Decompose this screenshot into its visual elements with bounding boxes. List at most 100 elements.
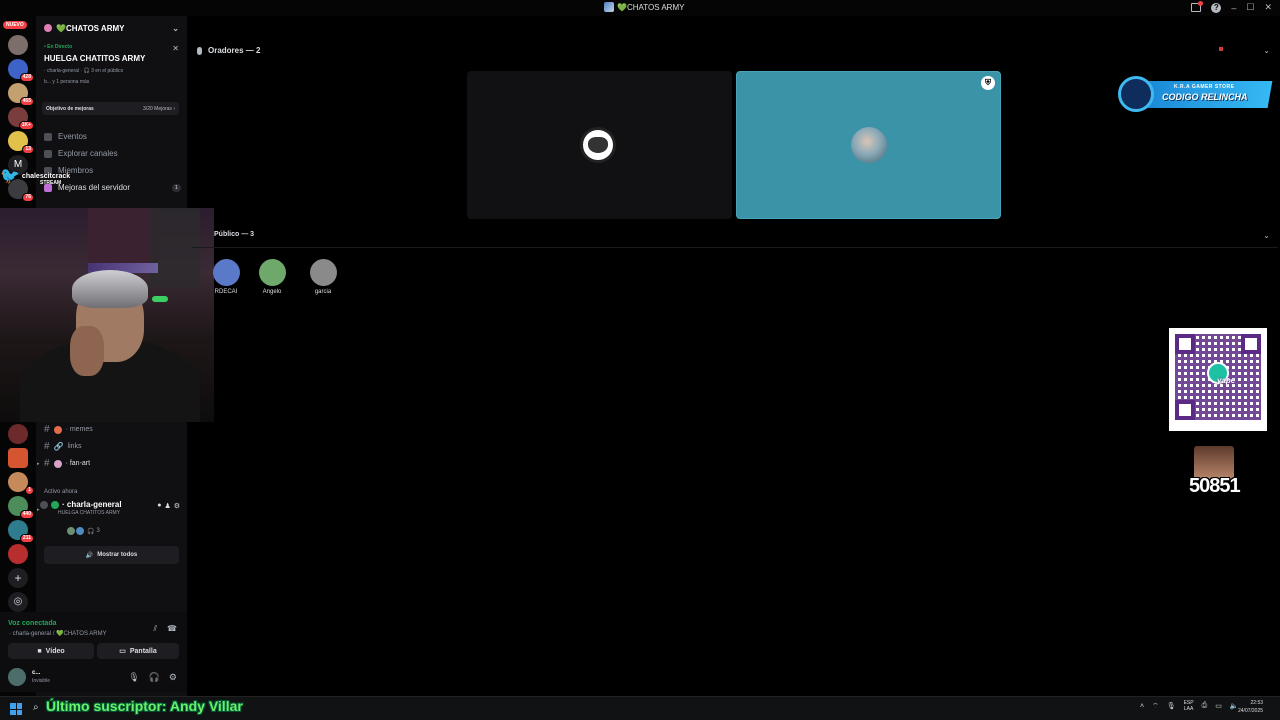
server-icon-1[interactable] <box>8 35 28 55</box>
invite-icon[interactable]: ♟ <box>164 502 170 510</box>
server-icon-3[interactable]: 465 <box>8 83 34 106</box>
nav-explore-label: Explorar canales <box>58 149 118 158</box>
microphone-icon[interactable]: 🎙 <box>128 672 139 683</box>
noise-suppression-icon[interactable]: ⫽ <box>153 624 157 634</box>
headphones-icon[interactable]: 🎧 <box>149 672 160 683</box>
mic-tray-icon[interactable]: 🎙 <box>1167 702 1176 710</box>
active-now-heading: Activo ahora <box>44 489 78 495</box>
moderator-shield-icon: ⛨ <box>981 76 995 90</box>
windows-start-icon[interactable] <box>10 703 22 715</box>
add-server-icon[interactable]: + <box>8 568 28 588</box>
avatar <box>258 259 286 286</box>
server-icon-11[interactable]: 440 <box>8 496 34 519</box>
channel-fanart[interactable]: # · fan-art <box>44 458 90 469</box>
live-stage-card[interactable]: • En Directo HUELGA CHATITOS ARMY · char… <box>44 44 183 85</box>
server-header[interactable]: 💚CHATOS ARMY ⌄ <box>36 16 187 40</box>
channel-links[interactable]: # 🔗 links <box>44 441 82 452</box>
window-title-text: 💚CHATOS ARMY <box>617 2 685 12</box>
channel-memes-label: · memes <box>65 426 93 433</box>
live-dot-icon <box>51 500 59 509</box>
server-name: 💚CHATOS ARMY <box>56 23 125 33</box>
twitter-bird-icon: 🐦 <box>0 168 20 185</box>
chevron-up-icon[interactable]: ˄ <box>1140 703 1144 710</box>
username: c... <box>32 670 41 676</box>
printer-icon[interactable]: ⎙ <box>1202 702 1208 710</box>
live-title: HUELGA CHATITOS ARMY <box>44 54 146 63</box>
camera-icon: ■ <box>37 647 42 655</box>
hash-icon: # <box>44 424 50 435</box>
network-icon[interactable]: ▭ <box>1215 702 1222 710</box>
speaker-tile[interactable] <box>467 71 732 219</box>
live-meta: · charla-general · 🎧 3 en el público <box>44 68 124 74</box>
new-badge: NUEVO <box>3 21 27 29</box>
nav-events[interactable]: Eventos <box>44 132 87 141</box>
channel-memes[interactable]: # · memes <box>44 424 93 435</box>
taskbar-clock[interactable]: 22:53 24/07/2025 <box>1238 699 1263 715</box>
divider <box>192 247 1278 248</box>
speakers-header-label: Oradores — 2 <box>208 46 261 55</box>
voice-channel-charla-general[interactable]: · charla-general HUELGA CHATITOS ARMY ● … <box>40 500 182 526</box>
server-icon-8[interactable] <box>8 424 28 444</box>
disconnect-icon[interactable]: ☎ <box>167 624 177 634</box>
server-icon-13[interactable] <box>8 544 28 564</box>
server-icon-9[interactable] <box>8 448 28 468</box>
server-icon-10[interactable]: 1 <box>8 472 34 495</box>
search-icon[interactable]: ⌕ <box>33 702 39 713</box>
speaker-avatar <box>851 127 887 163</box>
twitter-handle: chalescitcrack <box>21 172 71 180</box>
headphones-icon: 🎧 <box>87 528 95 535</box>
microphone-icon <box>197 46 202 55</box>
audience-member[interactable]: Angelo <box>252 259 292 295</box>
screen-share-button[interactable]: ▭ Pantalla <box>97 643 179 659</box>
chevron-down-icon[interactable]: ⌄ <box>1263 231 1270 240</box>
gear-icon[interactable]: ⚙ <box>174 502 180 510</box>
server-badge: 1 <box>25 486 34 495</box>
server-logo-icon <box>44 24 52 32</box>
listeners-count: 3 <box>96 528 100 534</box>
voice-connected-label: Voz conectada <box>8 620 57 627</box>
server-icon-2[interactable]: 428 <box>8 59 34 82</box>
boost-goal-bar[interactable]: Objetivo de mejoras 3/20 Mejoras › <box>42 102 179 115</box>
audience-member[interactable]: RDECAI <box>206 259 246 295</box>
chevron-down-icon[interactable]: ⌄ <box>1263 46 1270 55</box>
lang-bottom: LAA <box>1183 706 1194 712</box>
chat-icon[interactable]: ● <box>157 502 161 510</box>
hash-icon: # <box>44 458 50 469</box>
audience-header[interactable]: Público — 3 <box>214 231 254 238</box>
help-icon[interactable]: ? <box>1211 2 1222 13</box>
avatar[interactable] <box>8 668 26 686</box>
server-icon-5[interactable]: 13 <box>8 131 34 154</box>
yape-qr-code: yape <box>1169 328 1267 431</box>
nav-explore[interactable]: Explorar canales <box>44 149 118 158</box>
voice-icon <box>40 500 48 509</box>
boosts-count: 1 <box>172 183 181 192</box>
voice-channel-sub: HUELGA CHATITOS ARMY <box>58 510 121 516</box>
audience-name: garcia <box>314 289 332 295</box>
audience-name: RDECAI <box>214 289 238 295</box>
wifi-icon[interactable]: ⌔ <box>1152 702 1159 711</box>
inbox-icon[interactable] <box>1191 1 1204 12</box>
channel-fanart-label: · fan-art <box>65 460 91 467</box>
server-icon-12[interactable]: 211 <box>8 520 34 543</box>
gear-icon[interactable]: ⚙ <box>169 672 177 683</box>
chevron-down-icon: ⌄ <box>172 23 179 33</box>
avatar <box>75 526 85 536</box>
maximize-button[interactable]: ☐ <box>1246 2 1254 13</box>
audience-member[interactable]: garcia <box>303 259 343 295</box>
video-button[interactable]: ■ Vídeo <box>8 643 94 659</box>
minimize-button[interactable]: – <box>1231 3 1236 13</box>
discover-icon[interactable]: ◎ <box>8 592 28 612</box>
close-icon[interactable]: ✕ <box>172 44 179 53</box>
speaker-tile-active[interactable]: ⛨ <box>736 71 1001 219</box>
speakers-header[interactable]: Oradores — 2 <box>197 46 260 55</box>
server-icon-4[interactable]: 1K+ <box>8 107 34 130</box>
promo-store-name: K.R.A GAMER STORE <box>1174 84 1235 90</box>
show-all-button[interactable]: 🔊 Mostrar todos <box>44 546 179 564</box>
qr-corner <box>1241 334 1261 354</box>
caret-icon: ▸ <box>37 461 40 467</box>
voice-channel-label: · charla-general <box>62 500 122 509</box>
close-window-button[interactable]: ✕ <box>1264 2 1272 13</box>
server-badge: 76 <box>22 193 34 202</box>
webcam-overlay <box>0 208 214 422</box>
language-indicator[interactable]: ESP LAA <box>1184 700 1194 712</box>
